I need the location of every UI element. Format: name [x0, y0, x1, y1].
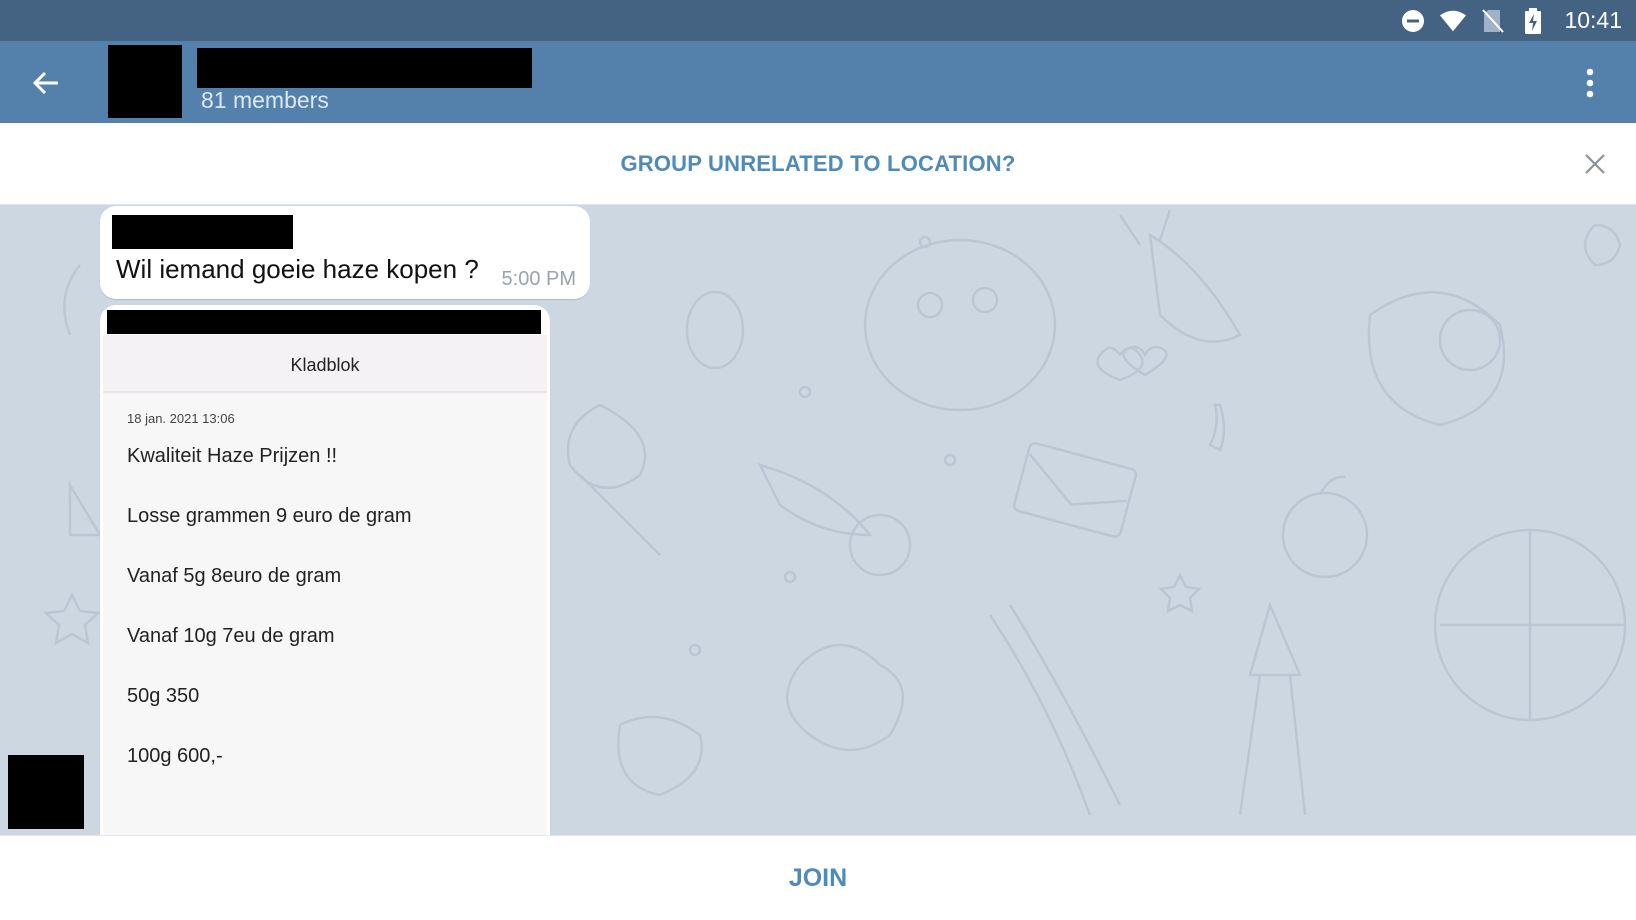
wifi-icon	[1440, 8, 1467, 34]
note-titlebar: Kladblok	[103, 335, 547, 393]
chat-header: 81 members	[0, 41, 1636, 123]
no-sim-icon	[1480, 8, 1506, 34]
message-bubble[interactable]: Wil iemand goeie haze kopen ? 5:00 PM	[100, 206, 590, 299]
status-bar: 10:41	[0, 0, 1636, 41]
status-time: 10:41	[1564, 7, 1622, 33]
note-date: 18 jan. 2021 13:06	[127, 411, 235, 426]
message-text: Wil iemand goeie haze kopen ?	[116, 254, 479, 284]
chat-area[interactable]: Wil iemand goeie haze kopen ? 5:00 PM Kl…	[0, 205, 1636, 835]
more-vertical-icon	[1586, 68, 1594, 98]
note-line: Losse grammen 9 euro de gram	[127, 505, 412, 527]
sender-avatar-redacted[interactable]	[8, 755, 84, 829]
note-line: 50g 350	[127, 685, 200, 707]
note-title: Kladblok	[290, 355, 360, 375]
do-not-disturb-icon	[1400, 8, 1426, 34]
battery-charging-icon	[1520, 7, 1546, 34]
photo-message-bubble[interactable]: Kladblok 18 jan. 2021 13:06 Kwaliteit Ha…	[100, 305, 550, 835]
sender-name-redacted[interactable]	[112, 215, 293, 249]
message-time: 5:00 PM	[501, 268, 576, 290]
photo-redacted-area	[107, 310, 541, 334]
group-title-redacted[interactable]	[197, 48, 532, 88]
bottom-bar: JOIN	[0, 835, 1636, 920]
back-button[interactable]	[22, 59, 70, 107]
status-icons: 10:41	[1400, 0, 1622, 41]
banner-close-button[interactable]	[1574, 143, 1616, 185]
note-line: Vanaf 5g 8euro de gram	[127, 565, 342, 587]
arrow-left-icon	[32, 71, 58, 95]
location-banner: GROUP UNRELATED TO LOCATION?	[0, 123, 1636, 205]
note-screenshot[interactable]: Kladblok 18 jan. 2021 13:06 Kwaliteit Ha…	[103, 335, 547, 835]
members-count: 81 members	[201, 87, 329, 113]
more-options-button[interactable]	[1566, 59, 1614, 107]
group-avatar-redacted[interactable]	[108, 45, 182, 118]
close-icon	[1585, 154, 1605, 174]
report-unrelated-location-link[interactable]: GROUP UNRELATED TO LOCATION?	[0, 151, 1636, 177]
join-button[interactable]: JOIN	[0, 836, 1636, 920]
note-line: Vanaf 10g 7eu de gram	[127, 625, 335, 647]
note-line: Kwaliteit Haze Prijzen !!	[127, 445, 338, 467]
note-line: 100g 600,-	[127, 745, 223, 767]
